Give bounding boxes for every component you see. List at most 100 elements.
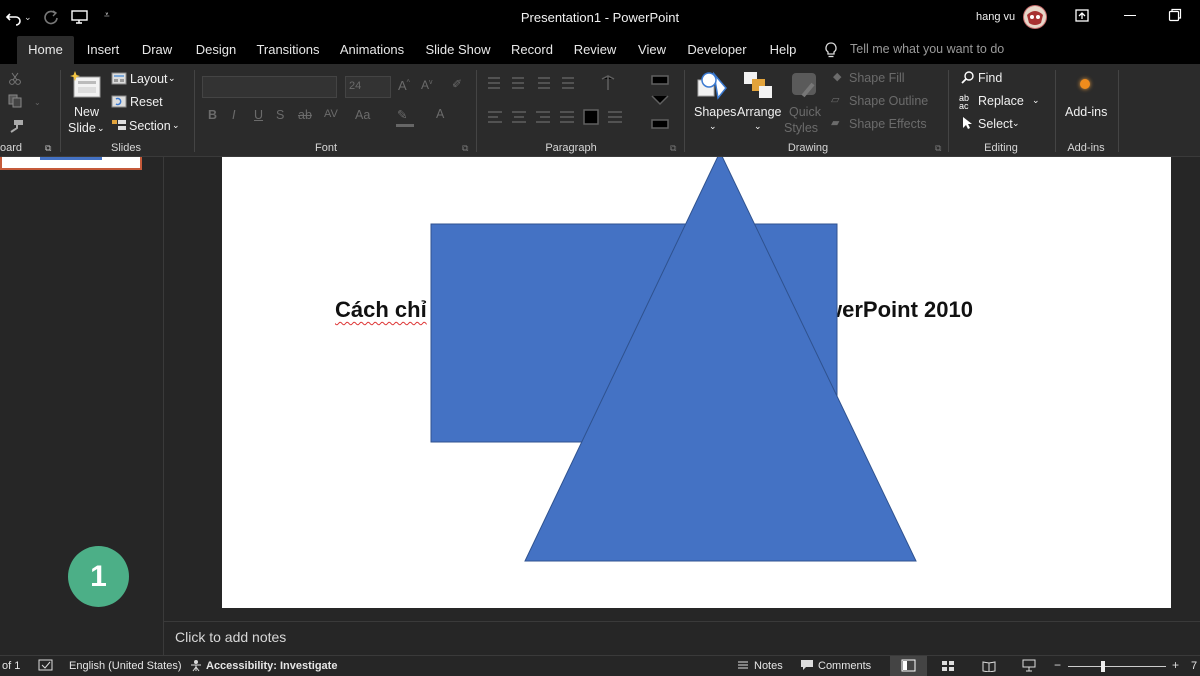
layout-dropdown-icon[interactable]: ⌄ [168,73,176,84]
tab-animations[interactable]: Animations [337,36,407,64]
minimize-icon[interactable] [1124,15,1136,16]
arrange-icon[interactable] [742,70,774,100]
format-painter-icon[interactable] [8,119,24,133]
accessibility-status[interactable]: Accessibility: Investigate [206,660,337,672]
cut-icon[interactable] [8,71,22,85]
normal-view-button[interactable] [890,656,927,676]
new-slide-label-1[interactable]: New [74,105,99,119]
add-ins-button[interactable]: Add-ins [1065,105,1107,119]
slide-sorter-view-icon[interactable] [941,660,955,672]
shadow-icon[interactable]: S [276,108,284,122]
bold-icon[interactable]: B [208,108,217,122]
slide-canvas[interactable]: Cách chỉ werPoint 2010 [222,157,1171,608]
font-group-label: Font [314,142,337,154]
layout-icon[interactable] [111,72,127,85]
accessibility-icon[interactable] [189,659,203,672]
font-color-icon[interactable]: A [436,107,444,121]
find-icon[interactable] [961,71,975,85]
section-icon[interactable] [111,118,127,132]
quick-styles-label-1[interactable]: Quick [789,105,821,119]
comments-icon[interactable] [800,659,814,671]
select-dropdown-icon[interactable]: ⌄ [1012,118,1020,129]
tab-record[interactable]: Record [508,36,556,64]
arrange-button[interactable]: Arrange [737,105,781,119]
tab-developer[interactable]: Developer [685,36,749,64]
new-slide-dropdown-icon[interactable]: ⌄ [97,123,105,134]
quick-styles-label-2[interactable]: Styles [784,121,818,135]
notes-toggle[interactable]: Notes [754,660,783,672]
italic-icon[interactable]: I [232,108,235,122]
find-button[interactable]: Find [978,71,1002,85]
highlight-color-icon[interactable]: ✎ [397,107,407,122]
tell-me-input[interactable]: Tell me what you want to do [850,42,1004,56]
reading-view-icon[interactable] [982,660,996,672]
shape-fill-icon[interactable]: ◆ [833,70,841,83]
new-slide-label-2[interactable]: Slide [68,121,96,135]
decrease-font-icon[interactable]: Av [421,78,433,92]
clear-formatting-icon[interactable]: ✐ [452,77,462,91]
copy-dropdown-icon[interactable]: ⌄ [34,98,41,107]
quick-styles-icon[interactable] [789,70,821,100]
section-button[interactable]: Section [129,119,171,133]
avatar[interactable] [1023,5,1047,29]
notes-placeholder[interactable]: Click to add notes [175,629,286,645]
language-indicator[interactable]: English (United States) [69,660,182,672]
step-number-badge: 1 [68,546,129,607]
paragraph-launcher-icon[interactable]: ⧉ [670,143,676,154]
font-name-box[interactable] [202,76,337,98]
drawing-launcher-icon[interactable]: ⧉ [935,143,941,154]
spelling-check-icon[interactable] [38,659,54,672]
comments-toggle[interactable]: Comments [818,660,871,672]
arrange-dropdown-icon[interactable]: ⌄ [754,121,762,132]
add-ins-icon[interactable] [1080,79,1090,89]
clipboard-launcher-icon[interactable]: ⧉ [45,143,51,154]
zoom-slider[interactable] [1068,666,1166,667]
shape-outline-button[interactable]: Shape Outline [849,94,928,108]
new-slide-icon[interactable] [70,70,104,100]
zoom-slider-thumb[interactable] [1101,661,1105,672]
tab-insert[interactable]: Insert [82,36,124,64]
shapes-icon[interactable] [696,70,730,100]
char-spacing-icon[interactable]: AV [324,108,338,120]
section-dropdown-icon[interactable]: ⌄ [172,120,180,131]
tab-design[interactable]: Design [191,36,241,64]
select-icon[interactable] [961,116,973,130]
tab-transitions[interactable]: Transitions [254,36,322,64]
change-case-icon[interactable]: Aa [355,108,370,122]
reset-icon[interactable] [111,95,127,108]
replace-dropdown-icon[interactable]: ⌄ [1032,95,1040,106]
zoom-level[interactable]: 7 [1191,660,1197,672]
tab-draw[interactable]: Draw [138,36,176,64]
increase-font-icon[interactable]: A^ [398,78,410,93]
layout-button[interactable]: Layout [130,72,168,86]
ribbon-display-options-icon[interactable] [1074,8,1090,24]
user-name[interactable]: hang vu [976,11,1015,23]
tab-slide-show[interactable]: Slide Show [423,36,493,64]
shape-effects-icon[interactable]: ▰ [831,116,839,129]
replace-button[interactable]: Replace [978,94,1024,108]
slides-group-label: Slides [111,142,141,154]
font-launcher-icon[interactable]: ⧉ [462,143,468,154]
slide-thumbnail[interactable] [0,157,142,170]
select-button[interactable]: Select [978,117,1013,131]
zoom-in-button[interactable]: + [1172,658,1179,672]
replace-icon[interactable]: ab ac [959,94,969,111]
copy-icon[interactable] [8,94,24,108]
tab-home[interactable]: Home [17,36,74,64]
strikethrough-icon[interactable]: ab [298,108,312,122]
notes-toggle-icon[interactable] [737,660,749,671]
reset-button[interactable]: Reset [130,95,163,109]
shape-effects-button[interactable]: Shape Effects [849,117,927,131]
shape-fill-button[interactable]: Shape Fill [849,71,905,85]
restore-icon[interactable] [1168,8,1182,22]
tab-review[interactable]: Review [571,36,619,64]
slide-show-view-icon[interactable] [1022,659,1036,672]
shape-outline-icon[interactable]: ▱ [831,93,839,106]
notes-pane[interactable]: Click to add notes [164,621,1200,656]
shapes-button[interactable]: Shapes [694,105,736,119]
shapes-dropdown-icon[interactable]: ⌄ [709,121,717,132]
underline-icon[interactable]: U [254,108,263,122]
tab-view[interactable]: View [634,36,670,64]
zoom-out-button[interactable]: − [1054,658,1061,672]
tab-help[interactable]: Help [765,36,801,64]
